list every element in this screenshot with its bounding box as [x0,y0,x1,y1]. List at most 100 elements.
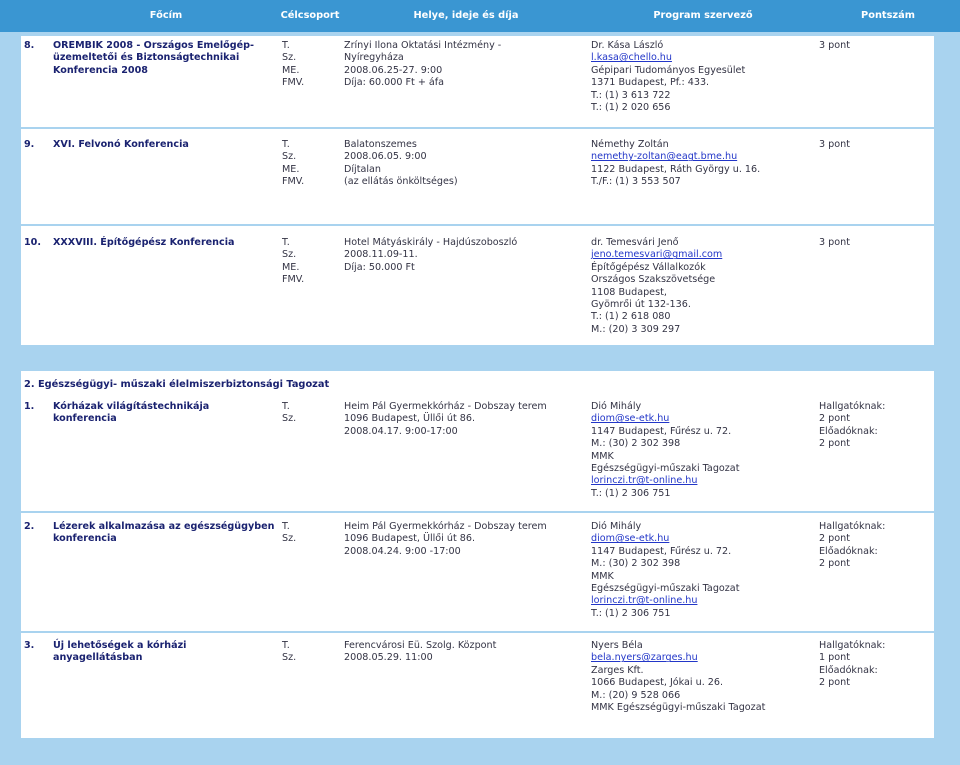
event-number: 2. [24,521,53,620]
event-row: 10. XXXVIII. Építőgépész Konferencia T. Sz.… [21,226,934,345]
header-col-venue-date-fee: Helye, ideje és díja [413,10,519,21]
event-venue-date-fee-line: Heim Pál Gyermekkórház - Dobszay terem [344,401,547,412]
event-title-line: Lézerek alkalmazása az egészségügyben [53,521,275,532]
event-organizer-line: Dr. Kása László [591,40,664,51]
event-number: 1. [24,401,53,500]
field-code-labels-line: T. [282,640,290,651]
field-code-labels-line: Sz. [282,413,297,425]
event-points-line: 3 pont [819,40,850,51]
event-organizer-line: MMK Egészségügyi-műszaki Tagozat [591,702,766,714]
event-organizer-line: Nyers Béla [591,640,643,651]
event-organizer: dr. Temesvári Jenő jeno.temesvari@gmail.c… [591,237,819,336]
field-code-labels-line: Sz. [282,151,297,163]
event-number-line: 2. [24,521,35,532]
event-organizer-line: Gyömrői út 132-136. [591,299,691,311]
event-title-line: Kórházak világítástechnikája [53,401,210,412]
event-title: XVI. Felvonó Konferencia [53,139,282,189]
event-organizer-line: dr. Temesvári Jenő [591,237,679,248]
event-row: 9. XVI. Felvonó Konferencia T. Sz. ME. FMV. Ba… [21,129,934,224]
event-points-line: Előadóknak: [819,425,878,437]
event-number-line: 1. [24,401,35,412]
field-code-labels-line: T. [282,237,290,248]
event-venue-date-fee-line: Ferencvárosi Eü. Szolg. Központ [344,640,497,651]
event-row-grid: 1. Kórházak világítástechnikája konferenci… [21,401,934,500]
event-organizer-line: M.: (30) 2 302 398 [591,438,681,450]
email-link[interactable]: bela.nyers@zarges.hu [591,652,819,664]
event-points: 3 pont [819,237,934,336]
event-venue-date-fee-line: 2008.06.05. 9:00 [344,151,427,163]
email-link[interactable]: jeno.temesvari@gmail.com [591,249,819,261]
email-link[interactable]: l.kasa@chello.hu [591,52,819,64]
event-organizer-line: MMK [591,570,614,582]
event-organizer-line: Építőgépész Vállalkozók [591,261,706,273]
event-organizer-line: M.: (20) 3 309 297 [591,323,681,335]
event-points-line: Hallgatóknak: [819,521,886,532]
field-code-labels: T. Sz. [282,640,344,714]
event-venue-date-fee-line: 2008.05.29. 11:00 [344,652,433,664]
event-venue-date-fee-line: Zrínyi Ilona Oktatási Intézmény - [344,40,502,51]
field-code-labels-line: T. [282,40,290,51]
event-venue-date-fee-line: Balatonszemes [344,139,417,150]
event-title-line: OREMBIK 2008 - Országos Emelőgép- [53,40,254,51]
event-venue-date-fee-line: 2008.06.25-27. 9:00 [344,64,443,76]
event-venue-date-fee: Hotel Mátyáskirály - Hajdúszoboszló 2008.… [344,237,591,336]
field-code-labels-line: T. [282,521,290,532]
event-title-line: konferencia [53,413,117,425]
event-row-grid: 8. OREMBIK 2008 - Országos Emelőgép-üzeme… [21,40,934,114]
header-col-organizer: Program szervező [653,10,753,21]
event-number: 8. [24,40,53,114]
event-points-line: 3 pont [819,139,850,150]
event-organizer-line: T./F.: (1) 3 553 507 [591,176,681,188]
event-title: XXXVIII. Építőgépész Konferencia [53,237,282,336]
event-venue-date-fee: Heim Pál Gyermekkórház - Dobszay terem 10… [344,521,591,620]
event-title: Új lehetőségek a kórházi anyagellátásban [53,640,282,714]
field-code-labels-line: Sz. [282,533,297,545]
event-organizer: Némethy Zoltán nemethy-zoltan@eagt.bme.hu… [591,139,819,189]
field-code-labels: T. Sz. [282,521,344,620]
event-organizer-line: 1147 Budapest, Fűrész u. 72. [591,545,732,557]
field-code-labels-line: FMV. [282,176,305,188]
event-points-line: Hallgatóknak: [819,640,886,651]
field-code-labels-line: T. [282,401,290,412]
event-venue-date-fee-line: 1096 Budapest, Üllői út 86. [344,533,476,545]
event-points: Hallgatóknak: 2 pont Előadóknak: 2 pont [819,521,934,620]
email-link[interactable]: nemethy-zoltan@eagt.bme.hu [591,151,819,163]
header-col-target-group: Célcsoport [280,10,340,21]
event-organizer-line: 1108 Budapest, [591,286,667,298]
event-venue-date-fee-line: 1096 Budapest, Üllői út 86. [344,413,476,425]
event-points: 3 pont [819,40,934,114]
email-link[interactable]: lorinczi.tr@t-online.hu [591,595,819,607]
event-points-line: Hallgatóknak: [819,401,886,412]
event-venue-date-fee-line: 2008.11.09-11. [344,249,418,261]
event-venue-date-fee-line: Nyíregyháza [344,52,404,64]
event-venue-date-fee-line: Díja: 50.000 Ft [344,261,415,273]
field-code-labels: T. Sz. ME. FMV. [282,40,344,114]
event-points-line: 2 pont [819,558,850,570]
event-venue-date-fee-line: 2008.04.17. 9:00-17:00 [344,425,458,437]
event-organizer-line: MMK [591,450,614,462]
event-organizer-line: Egészségügyi-műszaki Tagozat [591,583,740,595]
event-organizer-line: M.: (20) 9 528 066 [591,689,681,701]
field-code-labels: T. Sz. ME. FMV. [282,237,344,336]
event-organizer-line: T.: (1) 2 020 656 [591,102,671,114]
event-organizer: Dió Mihály diom@se-etk.hu 1147 Budapest, F… [591,521,819,620]
event-title-line: üzemeltetői és Biztonságtechnikai [53,52,240,64]
event-points-line: 2 pont [819,533,850,545]
section-block: 2. Egészségügyi- műszaki élelmiszerbizto… [21,371,934,511]
event-organizer-line: T.: (1) 3 613 722 [591,89,671,101]
event-organizer-line: T.: (1) 2 306 751 [591,487,671,499]
event-points: 3 pont [819,139,934,189]
event-organizer-line: Dió Mihály [591,401,642,412]
event-organizer-line: Zarges Kft. [591,664,644,676]
field-code-labels-line: Sz. [282,652,297,664]
event-organizer-line: T.: (1) 2 618 080 [591,311,671,323]
event-number-line: 3. [24,640,35,651]
event-venue-date-fee-line: 2008.04.24. 9:00 -17:00 [344,545,461,557]
email-link[interactable]: diom@se-etk.hu [591,533,819,545]
event-organizer: Dr. Kása László l.kasa@chello.hu Gépipari … [591,40,819,114]
event-title-line: Konferencia 2008 [53,64,148,76]
event-organizer-line: Némethy Zoltán [591,139,669,150]
email-link[interactable]: diom@se-etk.hu [591,413,819,425]
email-link[interactable]: lorinczi.tr@t-online.hu [591,475,819,487]
event-row-grid: 9. XVI. Felvonó Konferencia T. Sz. ME. FMV. Ba… [21,139,934,189]
